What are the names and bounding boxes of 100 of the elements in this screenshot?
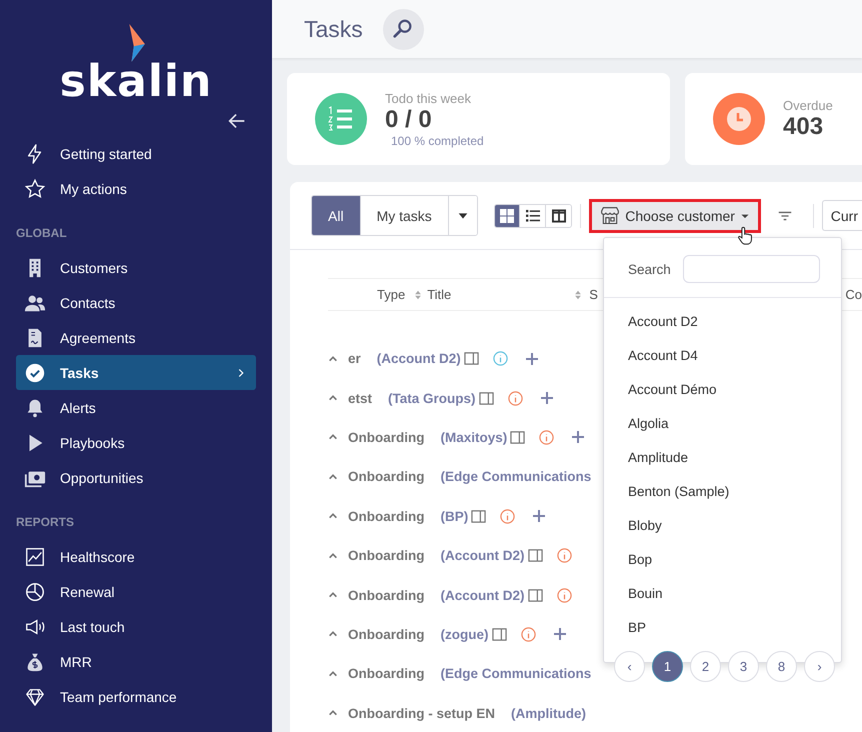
period-button[interactable]: Curr [822,200,862,231]
sidebar-item[interactable]: Customers [16,250,256,285]
panel-icon [492,626,506,642]
sidebar-item[interactable]: Last touch [16,609,256,644]
sidebar-item[interactable]: Contacts [16,285,256,320]
chevron-up-icon [328,668,338,679]
task-title[interactable]: Onboarding [348,588,424,603]
pie-chart-icon [24,580,46,602]
stat-value: 403 [783,112,824,140]
customer-link[interactable]: (zogue) [440,626,488,642]
customer-option[interactable]: Amplitude [604,440,841,474]
customer-option[interactable]: Account D4 [604,338,841,372]
customer-option[interactable]: Account Démo [604,372,841,406]
sort-icon [413,290,424,300]
line-chart-icon [24,546,46,568]
page-title: Tasks [304,16,363,42]
sidebar-item[interactable]: Playbooks [16,425,256,460]
sidebar-item[interactable]: Healthscore [16,539,256,574]
check-circle-icon [24,362,46,384]
scope-tab[interactable]: All [312,196,361,235]
page-button[interactable]: 3 [728,651,759,682]
page-button[interactable]: 2 [690,651,721,682]
view-toggle[interactable] [494,204,520,226]
task-title[interactable]: Onboarding [348,666,424,682]
page-button[interactable]: ‹ [614,651,645,682]
sidebar-item[interactable]: Renewal [16,574,256,609]
task-title[interactable]: Onboarding [348,430,424,445]
customer-link[interactable]: (Account D2) [440,588,524,603]
customer-link[interactable]: (Edge Communications [440,666,592,682]
task-title[interactable]: Onboarding - setup EN [348,706,495,721]
column-header[interactable]: S [589,287,598,302]
column-header[interactable]: Title [427,287,452,302]
grid-icon [500,208,514,222]
task-title[interactable]: etst [348,390,372,406]
customer-option[interactable]: Bouin [604,576,841,610]
sort-icon [573,290,584,300]
stat-value: 0 / 0 [385,106,433,134]
customer-link[interactable]: (Account D2) [440,548,524,564]
customer-option[interactable]: Algolia [604,406,841,440]
customer-link[interactable]: (Edge Communications [440,469,592,484]
stat-subtext: 100 % completed [391,134,484,148]
page-button[interactable]: 8 [766,651,797,682]
chevron-up-icon [328,472,338,482]
chevron-up-icon [328,708,338,718]
panel-icon [471,508,486,524]
panel-icon [478,390,494,406]
choose-customer-button[interactable]: Choose customer [589,198,761,232]
chevron-up-icon [328,511,338,522]
search-icon [392,18,414,40]
customer-option[interactable]: Bop [604,542,841,576]
customer-link[interactable]: (Account D2) [376,351,461,366]
star-icon [24,178,46,200]
numbered-list-icon [315,93,367,145]
customer-option[interactable]: Account D2 [604,304,841,338]
chevron-up-icon [328,432,338,442]
logo: skalin [60,60,212,104]
customer-option[interactable]: Benton (Sample) [604,474,841,508]
column-header[interactable]: Type [377,287,406,302]
search-button[interactable] [382,8,424,50]
sidebar-item[interactable]: Team performance [16,679,256,714]
section-title: GLOBAL [16,226,68,240]
customer-link[interactable]: (Maxitoys) [440,430,508,445]
panel-icon [528,588,542,603]
sidebar-item[interactable]: Tasks [16,355,256,390]
sidebar-item[interactable]: Opportunities [16,460,256,495]
column-header[interactable]: Co [845,287,862,302]
customer-option[interactable]: BP [604,610,841,644]
panel-icon [464,351,479,366]
task-title[interactable]: Onboarding [348,548,424,564]
customer-link[interactable]: (Amplitude) [511,706,586,721]
shop-icon [600,206,620,226]
chevron-up-icon [328,590,338,600]
sidebar-item[interactable]: Agreements [16,320,256,355]
chevron-up-icon [328,550,338,561]
search-label: Search [628,262,671,276]
task-title[interactable]: er [348,351,361,366]
clock-icon [713,93,765,145]
sidebar-item[interactable]: MRR [16,644,256,679]
page-button[interactable]: › [804,651,835,682]
task-title[interactable]: Onboarding [348,626,424,642]
sidebar-item[interactable]: My actions [16,171,256,206]
sidebar-item[interactable]: Getting started [16,136,256,171]
columns-icon [552,208,566,222]
chevron-up-icon [328,354,338,364]
panel-icon [528,548,542,564]
page-button[interactable]: 1 [652,651,683,682]
panel-icon [510,430,526,445]
stat-label: Overdue [783,98,833,112]
list-icon [526,208,540,222]
task-title[interactable]: Onboarding [348,508,424,524]
task-title[interactable]: Onboarding [348,469,424,484]
customer-link[interactable]: (BP) [440,508,468,524]
search-field[interactable] [682,255,820,283]
chevron-up-icon [328,393,338,404]
chevron-up-icon [328,629,338,640]
section-title: REPORTS [16,515,76,529]
sidebar-item[interactable]: Alerts [16,390,256,425]
customer-link[interactable]: (Tata Groups) [388,390,476,406]
stat-label: Todo this week [385,90,472,106]
customer-option[interactable]: Bloby [604,508,841,542]
